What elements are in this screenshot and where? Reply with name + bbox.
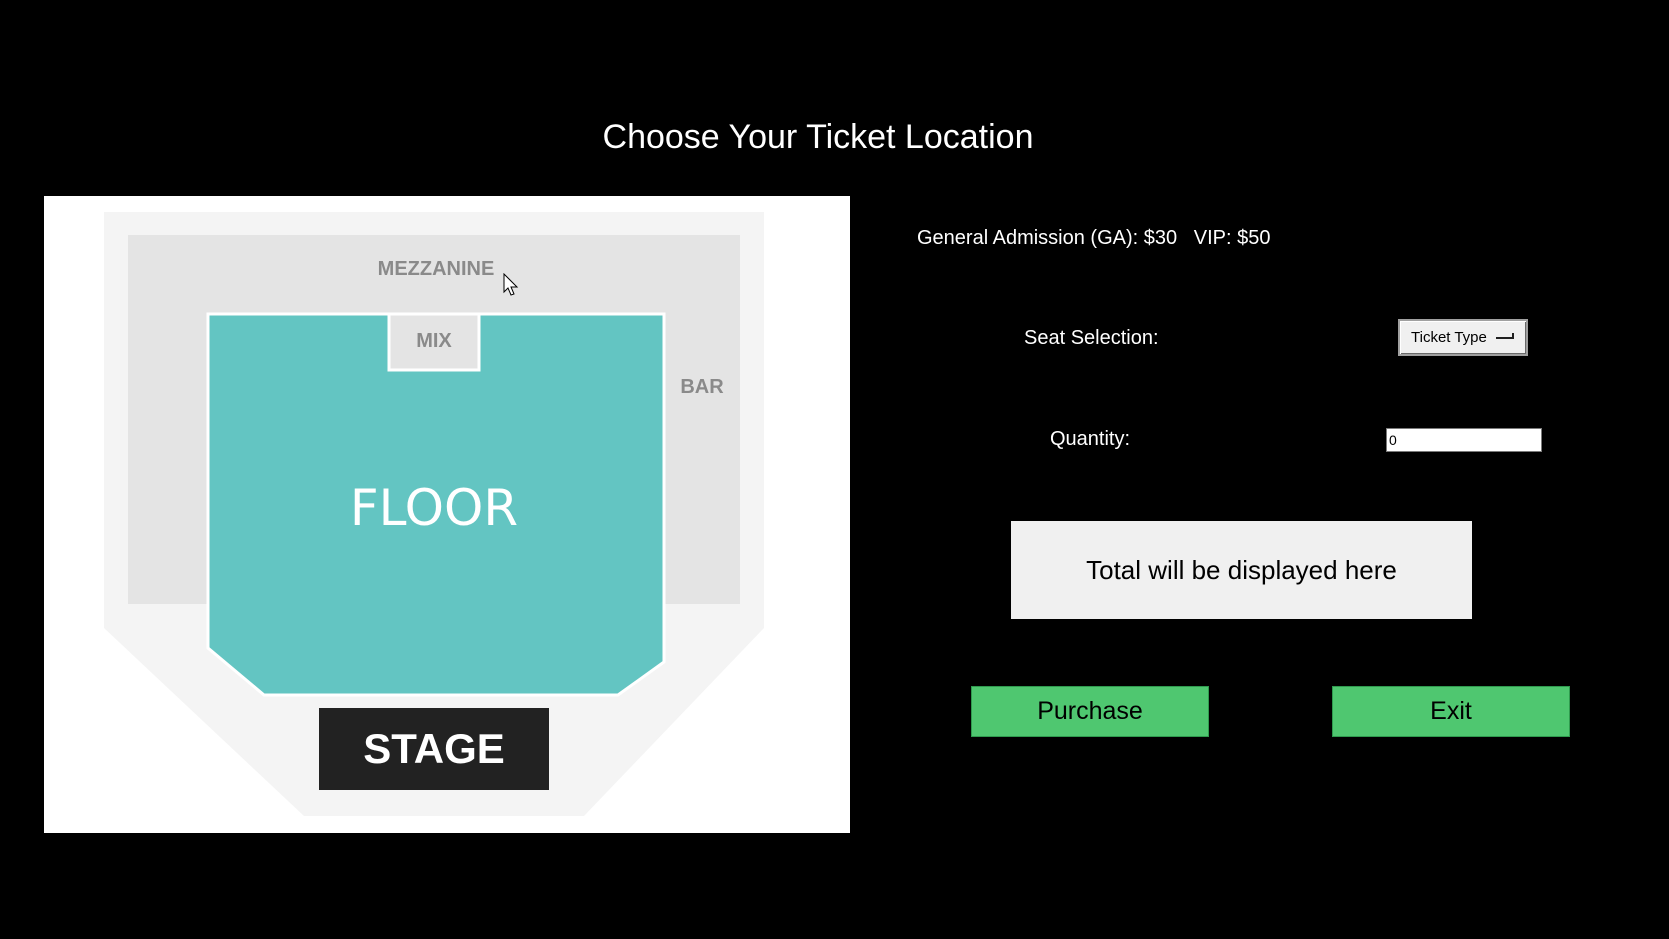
pricing-info: General Admission (GA): $30 VIP: $50: [917, 227, 1271, 249]
bar-label: BAR: [680, 376, 724, 398]
ticket-type-dropdown[interactable]: Ticket Type: [1398, 319, 1528, 356]
dropdown-indicator-icon: [1496, 333, 1514, 339]
exit-button[interactable]: Exit: [1332, 686, 1570, 737]
mix-label: MIX: [416, 330, 452, 352]
seat-selection-label: Seat Selection:: [1024, 327, 1159, 349]
page-title: Choose Your Ticket Location: [602, 118, 1034, 156]
seat-map-panel: MEZZANINE MIX BAR FLOOR STAGE: [44, 196, 850, 833]
total-display: Total will be displayed here: [1011, 521, 1472, 619]
stage-label: STAGE: [363, 725, 505, 772]
mezzanine-label: MEZZANINE: [378, 258, 495, 280]
mouse-pointer-icon: [503, 273, 519, 296]
floor-label: FLOOR: [350, 479, 518, 537]
purchase-button-label: Purchase: [1037, 697, 1143, 725]
quantity-label: Quantity:: [1050, 428, 1131, 450]
total-text: Total will be displayed here: [1086, 554, 1397, 585]
ticket-type-value: Ticket Type: [1411, 329, 1487, 346]
exit-button-label: Exit: [1430, 697, 1472, 725]
quantity-input[interactable]: [1386, 428, 1542, 452]
seat-map: MEZZANINE MIX BAR FLOOR STAGE: [104, 212, 764, 816]
purchase-button[interactable]: Purchase: [971, 686, 1209, 737]
ticket-window: Choose Your Ticket Location MEZZANINE MI…: [0, 0, 1669, 939]
